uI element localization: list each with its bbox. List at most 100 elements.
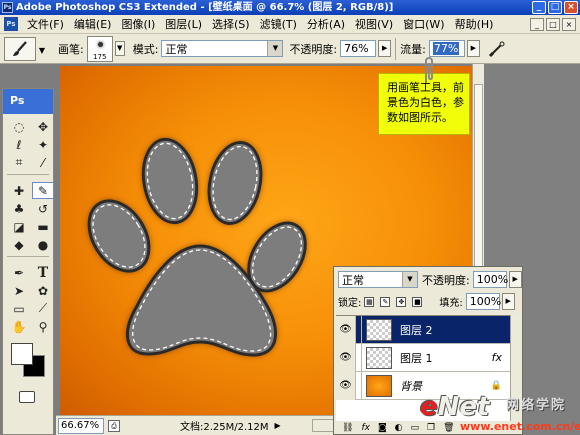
gradient-tool-icon[interactable]: ▬ bbox=[32, 218, 54, 235]
window-controls: _ □ × bbox=[532, 1, 578, 14]
fill-label: 填充: bbox=[439, 298, 463, 309]
path-selection-tool-icon[interactable]: ➤ bbox=[8, 282, 30, 299]
opacity-slider-button[interactable]: ▶ bbox=[378, 40, 392, 57]
crop-tool-icon[interactable]: ⌗ bbox=[8, 154, 30, 171]
document-window-controls: _ □ × bbox=[530, 18, 576, 31]
menu-file[interactable]: 文件(F) bbox=[22, 16, 69, 32]
airbrush-icon bbox=[488, 41, 505, 57]
layer-link-cell[interactable] bbox=[356, 315, 362, 344]
new-group-icon[interactable]: ▭ bbox=[411, 423, 420, 433]
menu-filter[interactable]: 滤镜(T) bbox=[255, 16, 302, 32]
healing-brush-tool-icon[interactable]: ✚ bbox=[8, 182, 30, 199]
quick-mask-button[interactable] bbox=[19, 391, 35, 403]
marquee-tool-icon[interactable]: ◌ bbox=[8, 118, 30, 135]
menu-window[interactable]: 窗口(W) bbox=[398, 16, 449, 32]
pen-tool-icon[interactable]: ✒ bbox=[8, 264, 30, 281]
clone-stamp-tool-icon[interactable]: ♣ bbox=[8, 200, 30, 217]
lock-label: 锁定: bbox=[338, 298, 362, 309]
menu-select[interactable]: 选择(S) bbox=[207, 16, 255, 32]
adjustment-layer-icon[interactable]: ◐ bbox=[395, 423, 403, 433]
layer-opacity-slider-button[interactable]: ▶ bbox=[508, 271, 522, 288]
hand-tool-icon[interactable]: ✋ bbox=[8, 318, 30, 335]
eyedropper-tool-icon[interactable]: ⟋ bbox=[32, 300, 54, 317]
lasso-tool-icon[interactable]: ℓ bbox=[8, 136, 30, 153]
layer-thumbnail bbox=[366, 374, 392, 397]
lock-all-icon[interactable]: ■ bbox=[412, 296, 423, 307]
ps-logo-icon: Ps bbox=[4, 17, 18, 31]
history-brush-tool-icon[interactable]: ↺ bbox=[32, 200, 54, 217]
layer-row-layer-2[interactable]: 👁 图层 2 bbox=[336, 315, 510, 344]
scrollbar-thumb[interactable] bbox=[474, 84, 483, 274]
menu-view[interactable]: 视图(V) bbox=[350, 16, 398, 32]
doc-close-button[interactable]: × bbox=[562, 18, 576, 31]
flow-value: 77% bbox=[432, 42, 460, 55]
shape-tool-icon[interactable]: ✿ bbox=[32, 282, 54, 299]
paw-toe-inner-right bbox=[207, 141, 263, 225]
watermark: eNet 网络学院 www.enet.com.cn/eschool bbox=[420, 392, 580, 435]
chevron-down-icon: ▼ bbox=[267, 41, 283, 56]
zoom-tool-icon[interactable]: ⚲ bbox=[32, 318, 54, 335]
zoom-field[interactable]: 66.67% bbox=[58, 417, 104, 434]
layers-blend-row: 正常 ▼ 不透明度: 100% ▶ bbox=[338, 271, 522, 288]
chevron-down-icon: ▼ bbox=[38, 45, 45, 55]
lock-position-icon[interactable]: ✥ bbox=[396, 296, 407, 307]
blur-tool-icon[interactable]: ◆ bbox=[8, 236, 30, 253]
layer-link-cell[interactable] bbox=[356, 371, 362, 400]
toolbox-header: Ps bbox=[3, 89, 53, 114]
link-layers-icon[interactable]: ⛓ bbox=[342, 423, 353, 433]
document-info-icon[interactable]: ⎙ bbox=[108, 419, 120, 432]
visibility-eye-icon[interactable]: 👁 bbox=[336, 315, 356, 344]
doc-minimize-button[interactable]: _ bbox=[530, 18, 544, 31]
paw-toe-inner-left bbox=[141, 137, 199, 225]
layers-lock-row: 锁定: ▦ ✎ ✥ ■ 填充: 100% ▶ bbox=[338, 293, 515, 310]
lock-transparency-icon[interactable]: ▦ bbox=[364, 296, 375, 307]
menu-help[interactable]: 帮助(H) bbox=[450, 16, 499, 32]
title-bar: Ps Adobe Photoshop CS3 Extended - [壁纸桌面 … bbox=[0, 0, 580, 15]
status-menu-arrow-icon[interactable]: ▶ bbox=[275, 421, 281, 430]
mode-value: 正常 bbox=[165, 42, 188, 56]
tool-preset-picker[interactable]: ▼ bbox=[4, 36, 45, 61]
mode-select[interactable]: 正常 ▼ bbox=[161, 40, 284, 57]
brush-size: 175 bbox=[93, 52, 107, 61]
layer-blend-mode-select[interactable]: 正常 ▼ bbox=[338, 271, 418, 288]
brush-label: 画笔: bbox=[58, 42, 84, 56]
toolbox: Ps ◌ ✥ ℓ ✦ ⌗ ⁄ ✚ ✎ ♣ ↺ ◪ ▬ ◆ ● ✒ T ➤ ✿ ▭… bbox=[2, 88, 54, 435]
brush-preset-swatch[interactable]: 175 bbox=[86, 35, 113, 62]
add-layer-style-icon[interactable]: fx bbox=[361, 423, 370, 433]
lock-pixels-icon[interactable]: ✎ bbox=[380, 296, 391, 307]
chevron-down-icon: ▼ bbox=[402, 272, 417, 287]
watermark-logo: eNet bbox=[420, 392, 490, 422]
layer-opacity-input[interactable]: 100% bbox=[472, 271, 508, 288]
add-mask-icon[interactable]: ◙ bbox=[378, 423, 387, 433]
fill-slider-button[interactable]: ▶ bbox=[501, 293, 515, 310]
menu-layer[interactable]: 图层(L) bbox=[160, 16, 207, 32]
flow-slider-button[interactable]: ▶ bbox=[466, 40, 480, 57]
layer-link-cell[interactable] bbox=[356, 343, 362, 372]
maximize-button[interactable]: □ bbox=[548, 1, 562, 14]
visibility-eye-icon[interactable]: 👁 bbox=[336, 371, 356, 400]
foreground-color-swatch[interactable] bbox=[11, 343, 33, 365]
layer-blend-mode-value: 正常 bbox=[342, 273, 364, 287]
eraser-tool-icon[interactable]: ◪ bbox=[8, 218, 30, 235]
notes-tool-icon[interactable]: ▭ bbox=[8, 300, 30, 317]
visibility-eye-icon[interactable]: 👁 bbox=[336, 343, 356, 372]
layer-opacity-label: 不透明度: bbox=[422, 273, 470, 287]
brush-tool-icon[interactable]: ✎ bbox=[32, 182, 54, 199]
dodge-tool-icon[interactable]: ● bbox=[32, 236, 54, 253]
doc-restore-button[interactable]: □ bbox=[546, 18, 560, 31]
layer-effects-icon[interactable]: fx bbox=[492, 351, 502, 364]
opacity-input[interactable]: 76% bbox=[340, 40, 377, 57]
fill-input[interactable]: 100% bbox=[465, 293, 501, 310]
minimize-button[interactable]: _ bbox=[532, 1, 546, 14]
menu-edit[interactable]: 编辑(E) bbox=[69, 16, 117, 32]
brush-picker-dropdown[interactable]: ▼ bbox=[114, 41, 125, 56]
menu-analysis[interactable]: 分析(A) bbox=[302, 16, 350, 32]
slice-tool-icon[interactable]: ⁄ bbox=[32, 154, 54, 171]
move-tool-icon[interactable]: ✥ bbox=[32, 118, 54, 135]
magic-wand-tool-icon[interactable]: ✦ bbox=[32, 136, 54, 153]
menu-image[interactable]: 图像(I) bbox=[116, 16, 160, 32]
layer-row-layer-1[interactable]: 👁 图层 1 fx bbox=[336, 343, 510, 372]
type-tool-icon[interactable]: T bbox=[32, 264, 54, 281]
airbrush-toggle[interactable] bbox=[486, 38, 508, 60]
close-button[interactable]: × bbox=[564, 1, 578, 14]
